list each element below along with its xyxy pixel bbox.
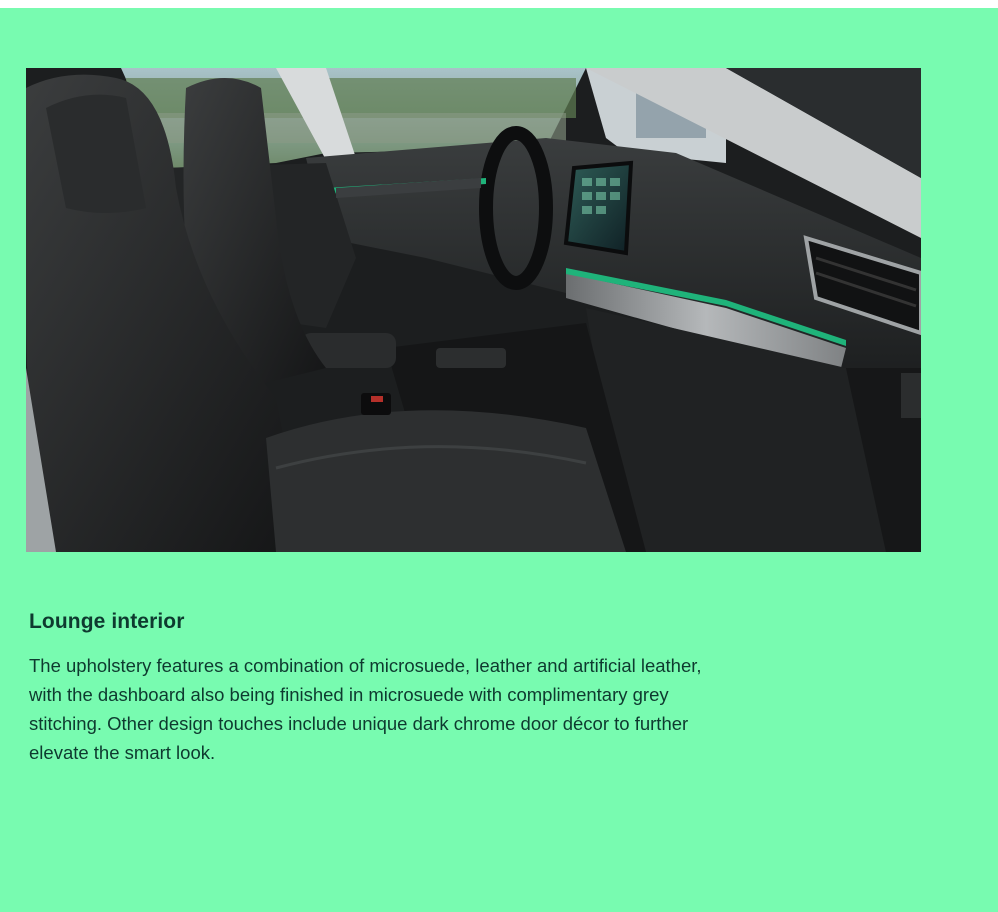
interior-photo: [26, 68, 921, 552]
interior-illustration: [26, 68, 921, 552]
section-title: Lounge interior: [29, 610, 185, 633]
section-description: The upholstery features a combination of…: [29, 655, 702, 763]
content-card: Lounge interior The upholstery features …: [0, 8, 998, 912]
